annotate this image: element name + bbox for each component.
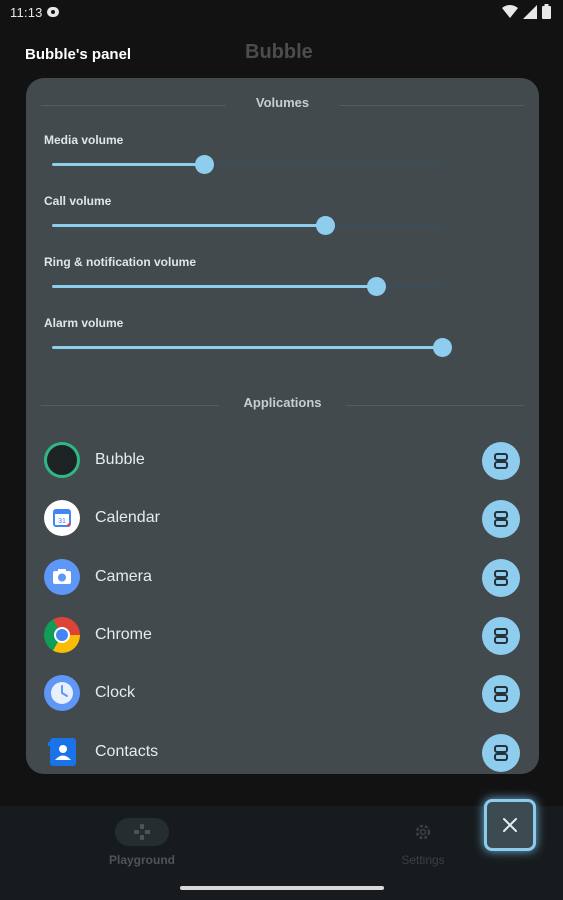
bubble-action-icon bbox=[494, 745, 508, 761]
app-row-contacts[interactable]: Contacts bbox=[42, 727, 522, 774]
app-name: Chrome bbox=[95, 626, 152, 643]
media-volume-row: Media volume bbox=[44, 133, 524, 194]
open-bubble-button[interactable] bbox=[482, 734, 520, 772]
status-time: 11:13 bbox=[10, 5, 43, 20]
bubble-panel: Volumes Media volume Call volume Ring & … bbox=[26, 78, 539, 774]
open-bubble-button[interactable] bbox=[482, 442, 520, 480]
ring-volume-row: Ring & notification volume bbox=[44, 255, 524, 316]
slider-thumb[interactable] bbox=[366, 277, 386, 296]
close-icon bbox=[503, 818, 517, 832]
applications-title: Applications bbox=[233, 395, 332, 410]
contacts-app-icon bbox=[44, 734, 80, 770]
open-bubble-button[interactable] bbox=[482, 617, 520, 655]
camera-app-icon bbox=[44, 559, 80, 595]
bubble-action-icon bbox=[494, 453, 508, 469]
wifi-icon bbox=[502, 4, 518, 18]
app-title: Bubble bbox=[245, 41, 313, 63]
slider-thumb[interactable] bbox=[195, 155, 215, 174]
gesture-bar[interactable] bbox=[180, 886, 384, 890]
gear-icon bbox=[415, 824, 431, 840]
nav-label-settings: Settings bbox=[401, 853, 445, 867]
bubble-action-icon bbox=[494, 511, 508, 527]
notification-icon bbox=[47, 7, 59, 17]
bubble-app-icon bbox=[44, 442, 80, 478]
slider-thumb[interactable] bbox=[316, 216, 335, 235]
app-name: Contacts bbox=[95, 743, 159, 760]
app-name: Clock bbox=[95, 684, 136, 701]
bubble-action-icon bbox=[494, 686, 508, 702]
call-volume-slider[interactable] bbox=[52, 216, 442, 235]
app-name: Calendar bbox=[95, 509, 160, 526]
panel-title: Bubble's panel bbox=[25, 46, 132, 63]
open-bubble-button[interactable] bbox=[482, 559, 520, 597]
app-name: Bubble bbox=[95, 451, 145, 468]
alarm-volume-slider[interactable] bbox=[52, 338, 452, 357]
status-bar: 11:13 bbox=[0, 0, 563, 26]
nav-item-playground[interactable]: Playground bbox=[82, 818, 202, 867]
svg-text:31: 31 bbox=[58, 518, 66, 525]
slider-thumb[interactable] bbox=[433, 338, 452, 357]
open-bubble-button[interactable] bbox=[482, 675, 520, 713]
bubble-action-icon bbox=[494, 628, 508, 644]
calendar-app-icon: 31 bbox=[44, 500, 80, 536]
signal-icon bbox=[523, 4, 537, 19]
app-row-camera[interactable]: Camera bbox=[42, 552, 522, 602]
app-name: Camera bbox=[95, 568, 152, 585]
volume-label: Call volume bbox=[44, 194, 112, 208]
volume-label: Alarm volume bbox=[44, 316, 124, 330]
slider-fill bbox=[52, 224, 325, 227]
clock-app-icon bbox=[44, 675, 80, 711]
call-volume-row: Call volume bbox=[44, 194, 524, 255]
volumes-title: Volumes bbox=[245, 95, 320, 110]
applications-section-header: Applications bbox=[41, 395, 524, 415]
gamepad-icon bbox=[134, 824, 150, 840]
close-bubble-button[interactable] bbox=[484, 799, 536, 851]
bubble-action-icon bbox=[494, 570, 508, 586]
nav-pill bbox=[115, 818, 169, 846]
slider-fill bbox=[52, 285, 376, 288]
ring-volume-slider[interactable] bbox=[52, 277, 442, 296]
app-row-calendar[interactable]: 31 Calendar bbox=[42, 493, 522, 543]
open-bubble-button[interactable] bbox=[482, 500, 520, 538]
nav-pill bbox=[396, 818, 450, 846]
media-volume-slider[interactable] bbox=[52, 155, 442, 174]
battery-icon bbox=[542, 4, 551, 19]
app-row-chrome[interactable]: Chrome bbox=[42, 610, 522, 660]
alarm-volume-row: Alarm volume bbox=[44, 316, 524, 377]
app-row-clock[interactable]: Clock bbox=[42, 668, 522, 718]
app-row-bubble[interactable]: Bubble bbox=[42, 435, 522, 485]
volume-label: Ring & notification volume bbox=[44, 255, 196, 269]
nav-label-playground: Playground bbox=[108, 853, 175, 867]
volume-label: Media volume bbox=[44, 133, 124, 147]
slider-fill bbox=[52, 346, 442, 349]
slider-fill bbox=[52, 163, 205, 166]
chrome-app-icon bbox=[44, 617, 80, 653]
status-icons bbox=[502, 4, 551, 19]
nav-item-settings[interactable]: Settings bbox=[363, 818, 483, 867]
volumes-section-header: Volumes bbox=[41, 95, 524, 115]
